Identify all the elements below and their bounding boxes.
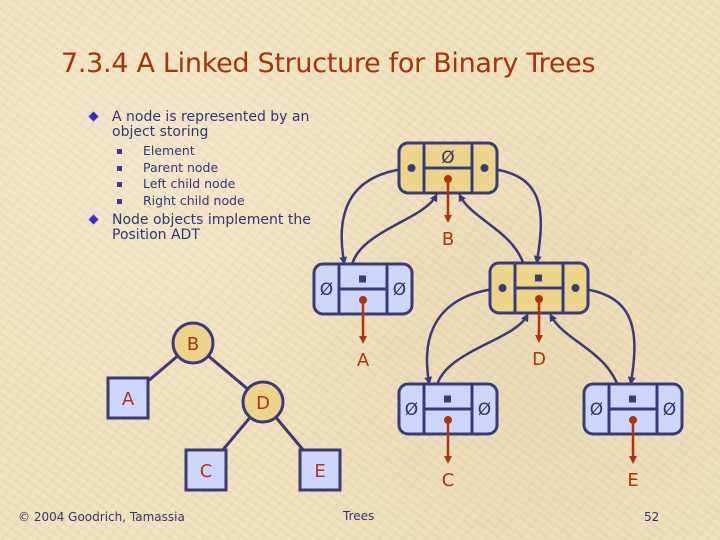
parent-pointer-dot [359, 275, 366, 283]
linked-node-C: Ø Ø C [397, 382, 499, 491]
element-label-D: D [532, 349, 546, 370]
linked-nodes: ØBØ ØA DØ ØCØ ØE [312, 141, 684, 491]
parent-pointer-dot [629, 395, 636, 403]
null-left-symbol: Ø [320, 280, 333, 300]
left-pointer-dot [407, 164, 416, 172]
element-label-C: C [442, 470, 455, 491]
footer-title: Trees [343, 509, 375, 523]
element-label-A: A [357, 350, 370, 371]
tree-node-label: C [200, 461, 213, 482]
tree-node-A: A [106, 376, 150, 420]
right-pointer-dot [571, 284, 580, 292]
tree-node-D: D [241, 380, 285, 424]
null-right-symbol: Ø [478, 400, 491, 420]
null-left-symbol: Ø [590, 400, 603, 420]
tree-node-label: A [122, 389, 135, 410]
element-label-E: E [627, 470, 638, 491]
tree-node-label: D [256, 393, 270, 414]
null-left-symbol: Ø [405, 400, 418, 420]
null-right-symbol: Ø [393, 280, 406, 300]
tree-node-C: C [184, 448, 228, 492]
footer-copyright: © 2004 Goodrich, Tamassia [18, 510, 185, 524]
null-right-symbol: Ø [663, 400, 676, 420]
parent-pointer-dot [535, 274, 542, 282]
parent-pointer-dot [444, 395, 451, 403]
linked-node-D: D [488, 261, 590, 370]
element-label-B: B [442, 229, 454, 250]
null-parent-symbol: Ø [441, 148, 454, 168]
linked-node-A: Ø Ø A [312, 262, 414, 371]
left-pointer-dot [498, 284, 507, 292]
linked-node-E: Ø Ø E [582, 382, 684, 491]
linked-node-B: ØB [397, 141, 499, 250]
page-number: 52 [644, 510, 660, 524]
right-pointer-dot [480, 164, 489, 172]
tree-node-E: E [298, 448, 342, 492]
linked-binary-tree-diagram: ØBØ ØA DØ ØCØ ØE BA DC E [106, 141, 684, 492]
tree-node-label: E [314, 461, 325, 482]
abstract-tree: B A D C E [106, 321, 342, 492]
tree-node-label: B [187, 334, 199, 355]
tree-node-B: B [171, 321, 215, 365]
